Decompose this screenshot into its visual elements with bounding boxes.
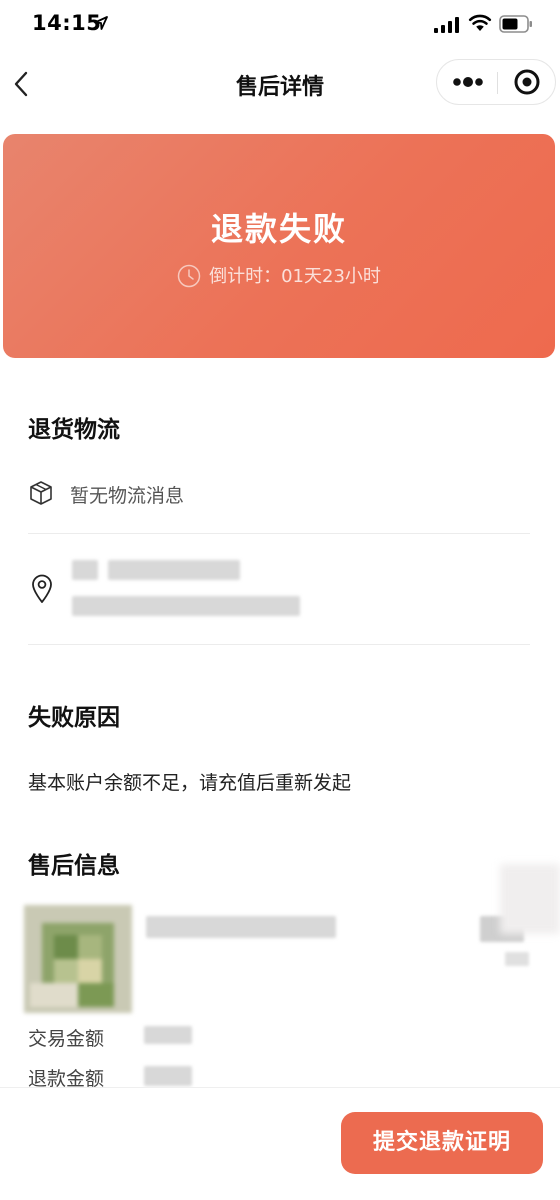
status-bar: 14:15 (0, 0, 560, 50)
wifi-icon (468, 14, 492, 31)
trade-amount-redacted (144, 1026, 192, 1044)
cellular-signal-icon (434, 17, 459, 33)
nav-bar: 售后详情 (0, 50, 560, 118)
address-name-redacted (72, 560, 98, 580)
countdown-text: 倒计时：01天23小时 (209, 266, 381, 287)
battery-icon (499, 15, 532, 33)
address-phone-redacted (108, 560, 240, 580)
location-arrow-icon (94, 16, 108, 30)
divider (28, 644, 530, 645)
close-mini-program-button[interactable] (498, 60, 556, 104)
divider (28, 533, 530, 534)
more-dots-icon (453, 77, 483, 87)
address-detail-redacted (72, 596, 300, 616)
refund-amount-redacted (144, 1066, 192, 1086)
target-close-icon (514, 69, 540, 95)
submit-refund-proof-button[interactable]: 提交退款证明 (341, 1112, 543, 1174)
logistics-empty-text: 暂无物流消息 (70, 485, 185, 507)
refund-status-banner: 退款失败 倒计时：01天23小时 (3, 134, 555, 358)
logistics-status-row: 暂无物流消息 (28, 478, 428, 508)
clock-icon (177, 264, 201, 287)
product-image-mosaic (24, 905, 132, 1013)
mini-program-capsule (436, 59, 556, 105)
failure-reason-text: 基本账户余额不足，请充值后重新发起 (28, 772, 352, 794)
more-button[interactable] (437, 60, 497, 104)
logistics-section-title: 退货物流 (28, 417, 120, 443)
floating-widget-redacted (500, 864, 560, 934)
location-pin-icon (32, 574, 52, 603)
failure-section-title: 失败原因 (28, 705, 120, 731)
product-name-redacted (146, 916, 336, 938)
countdown-row: 倒计时：01天23小时 (3, 262, 555, 288)
product-thumbnail (24, 905, 132, 1013)
status-time: 14:15 (32, 11, 102, 35)
bottom-action-bar: 提交退款证明 (0, 1087, 560, 1200)
refund-status-title: 退款失败 (210, 210, 347, 248)
after-sale-section-title: 售后信息 (28, 853, 120, 879)
product-qty-redacted (505, 952, 529, 966)
package-box-icon (30, 481, 52, 505)
trade-amount-label: 交易金额 (28, 1028, 105, 1050)
